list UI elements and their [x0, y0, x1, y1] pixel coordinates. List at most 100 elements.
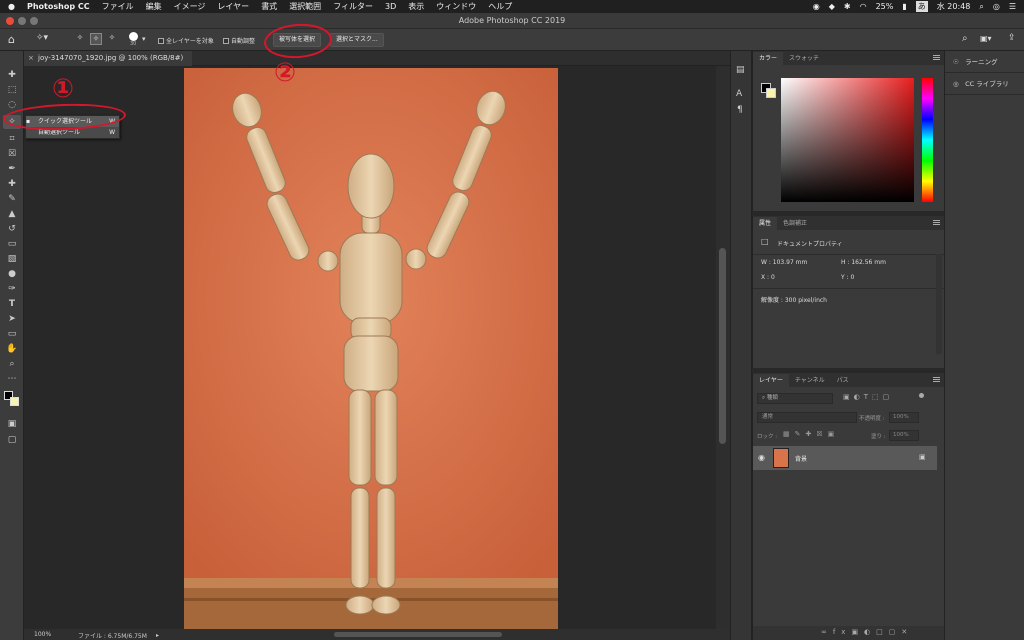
- zoom-level[interactable]: 100%: [34, 631, 51, 638]
- vertical-scroll-thumb[interactable]: [719, 248, 726, 444]
- layer-name[interactable]: 背景: [795, 454, 807, 463]
- eyedropper-tool-icon[interactable]: ✒: [3, 162, 21, 176]
- zoom-window-button[interactable]: [30, 17, 38, 25]
- notification-center-icon[interactable]: ☰: [1009, 2, 1016, 11]
- width-value[interactable]: W : 103.97 mm: [761, 259, 807, 266]
- status-arrow-icon[interactable]: ▸: [156, 632, 159, 639]
- menu-image[interactable]: イメージ: [174, 1, 206, 12]
- search-icon[interactable]: ⌕: [962, 33, 968, 44]
- background-color-swatch[interactable]: [10, 397, 19, 406]
- rectangle-tool-icon[interactable]: ▭: [3, 327, 21, 341]
- file-size-info[interactable]: ファイル : 6.75M/6.75M: [78, 631, 147, 640]
- tab-color[interactable]: カラー: [753, 52, 784, 65]
- height-value[interactable]: H : 162.56 mm: [841, 259, 886, 266]
- healing-brush-tool-icon[interactable]: ✚: [3, 177, 21, 191]
- subtract-from-selection-icon[interactable]: ✧: [106, 33, 118, 45]
- visibility-eye-icon[interactable]: ◉: [758, 453, 765, 462]
- menu-file[interactable]: ファイル: [102, 1, 134, 12]
- tool-preset-picker[interactable]: ✧▾: [36, 33, 48, 43]
- opacity-input[interactable]: 100%: [889, 412, 919, 423]
- dropbox-icon[interactable]: ◆: [829, 2, 835, 11]
- zoom-tool-icon[interactable]: ⌕: [3, 357, 21, 371]
- menu-layer[interactable]: レイヤー: [217, 1, 249, 12]
- background-color-chip[interactable]: [766, 88, 776, 98]
- more-tools-icon[interactable]: ⋯: [3, 372, 21, 386]
- paragraph-panel-icon[interactable]: ¶: [737, 105, 743, 115]
- menu-select[interactable]: 選択範囲: [289, 1, 321, 12]
- menu-help[interactable]: ヘルプ: [488, 1, 512, 12]
- menu-3d[interactable]: 3D: [385, 2, 396, 11]
- properties-scrollbar[interactable]: [936, 254, 942, 354]
- layer-row-background[interactable]: ◉ 背景 ▣: [753, 446, 937, 470]
- input-method-indicator[interactable]: あ: [915, 1, 928, 12]
- character-panel-icon[interactable]: A: [736, 89, 742, 99]
- tab-adjustments[interactable]: 色調補正: [777, 217, 813, 230]
- hand-tool-icon[interactable]: ✋: [3, 342, 21, 356]
- y-value[interactable]: Y : 0: [841, 274, 854, 281]
- brush-preview-icon[interactable]: [129, 32, 138, 41]
- spotlight-icon[interactable]: ⌕: [979, 2, 983, 12]
- battery-icon[interactable]: ▮: [902, 2, 906, 11]
- color-field[interactable]: [781, 78, 914, 202]
- lock-icons[interactable]: ▦✎✚☒▣: [783, 430, 839, 438]
- menu-filter[interactable]: フィルター: [333, 1, 373, 12]
- horizontal-scroll-thumb[interactable]: [334, 632, 502, 637]
- layer-filter-select[interactable]: ⌕ 種類: [757, 393, 833, 404]
- path-selection-tool-icon[interactable]: ➤: [3, 312, 21, 326]
- clock[interactable]: 水 20:48: [937, 1, 971, 12]
- cc-libraries-button[interactable]: ◎ CC ライブラリ: [945, 73, 1024, 95]
- close-document-icon[interactable]: ×: [28, 54, 34, 62]
- apple-icon[interactable]: ●: [8, 2, 15, 11]
- auto-enhance-checkbox[interactable]: 自動調整: [223, 36, 255, 45]
- brush-dropdown-icon[interactable]: ▾: [142, 35, 146, 43]
- menu-window[interactable]: ウィンドウ: [436, 1, 476, 12]
- share-icon[interactable]: ⇪: [1008, 33, 1016, 43]
- filter-toggle-icon[interactable]: [919, 393, 924, 398]
- type-tool-icon[interactable]: T: [3, 297, 21, 311]
- menu-view[interactable]: 表示: [408, 1, 424, 12]
- close-window-button[interactable]: [6, 17, 14, 25]
- color-panel-menu-icon[interactable]: [933, 55, 940, 60]
- document-tab-title[interactable]: joy-3147070_1920.jpg @ 100% (RGB/8#): [38, 54, 183, 62]
- menu-edit[interactable]: 編集: [146, 1, 162, 12]
- history-panel-icon[interactable]: ▤: [736, 65, 745, 75]
- history-brush-tool-icon[interactable]: ↺: [3, 222, 21, 236]
- layer-action-icons[interactable]: ∞fx▣◐□▢✕: [821, 628, 913, 636]
- select-and-mask-button[interactable]: 選択とマスク...: [330, 33, 384, 47]
- wifi-icon[interactable]: ◠: [860, 2, 867, 11]
- clone-stamp-tool-icon[interactable]: ▲: [3, 207, 21, 221]
- frame-tool-icon[interactable]: ☒: [3, 147, 21, 161]
- hue-slider[interactable]: [922, 78, 933, 202]
- menu-type[interactable]: 書式: [261, 1, 277, 12]
- gradient-tool-icon[interactable]: ▧: [3, 252, 21, 266]
- creative-cloud-icon[interactable]: ◉: [813, 2, 820, 11]
- brush-tool-icon[interactable]: ✎: [3, 192, 21, 206]
- screen-mode-icon[interactable]: ▢: [3, 433, 21, 447]
- home-icon[interactable]: ⌂: [8, 33, 15, 46]
- siri-icon[interactable]: ◎: [993, 2, 1000, 11]
- quick-mask-icon[interactable]: ▣: [3, 417, 21, 431]
- tab-properties[interactable]: 属性: [753, 217, 778, 230]
- crop-tool-icon[interactable]: ⌗: [3, 132, 21, 146]
- learn-panel-button[interactable]: ☉ ラーニング: [945, 51, 1024, 73]
- sample-all-layers-checkbox[interactable]: 全レイヤーを対象: [158, 36, 214, 45]
- tab-layers[interactable]: レイヤー: [753, 374, 789, 387]
- dodge-tool-icon[interactable]: ●: [3, 267, 21, 281]
- bluetooth-icon[interactable]: ✱: [844, 2, 851, 11]
- layer-filter-icons[interactable]: ▣◐T⬚▢: [843, 393, 893, 401]
- minimize-window-button[interactable]: [18, 17, 26, 25]
- move-tool-icon[interactable]: ✚: [3, 68, 21, 82]
- new-selection-icon[interactable]: ✧: [74, 33, 86, 45]
- blend-mode-select[interactable]: 通常: [757, 412, 857, 423]
- fill-input[interactable]: 100%: [889, 430, 919, 441]
- tab-paths[interactable]: パス: [831, 374, 855, 387]
- workspace-icon[interactable]: ▣▾: [980, 34, 992, 43]
- tab-swatches[interactable]: スウォッチ: [783, 52, 825, 65]
- app-menu[interactable]: Photoshop CC: [27, 2, 90, 11]
- marquee-tool-icon[interactable]: ⬚: [3, 83, 21, 97]
- eraser-tool-icon[interactable]: ▭: [3, 237, 21, 251]
- pen-tool-icon[interactable]: ✑: [3, 282, 21, 296]
- layers-panel-menu-icon[interactable]: [933, 377, 940, 382]
- add-to-selection-icon[interactable]: ✧: [90, 33, 102, 45]
- canvas-area[interactable]: [24, 66, 716, 629]
